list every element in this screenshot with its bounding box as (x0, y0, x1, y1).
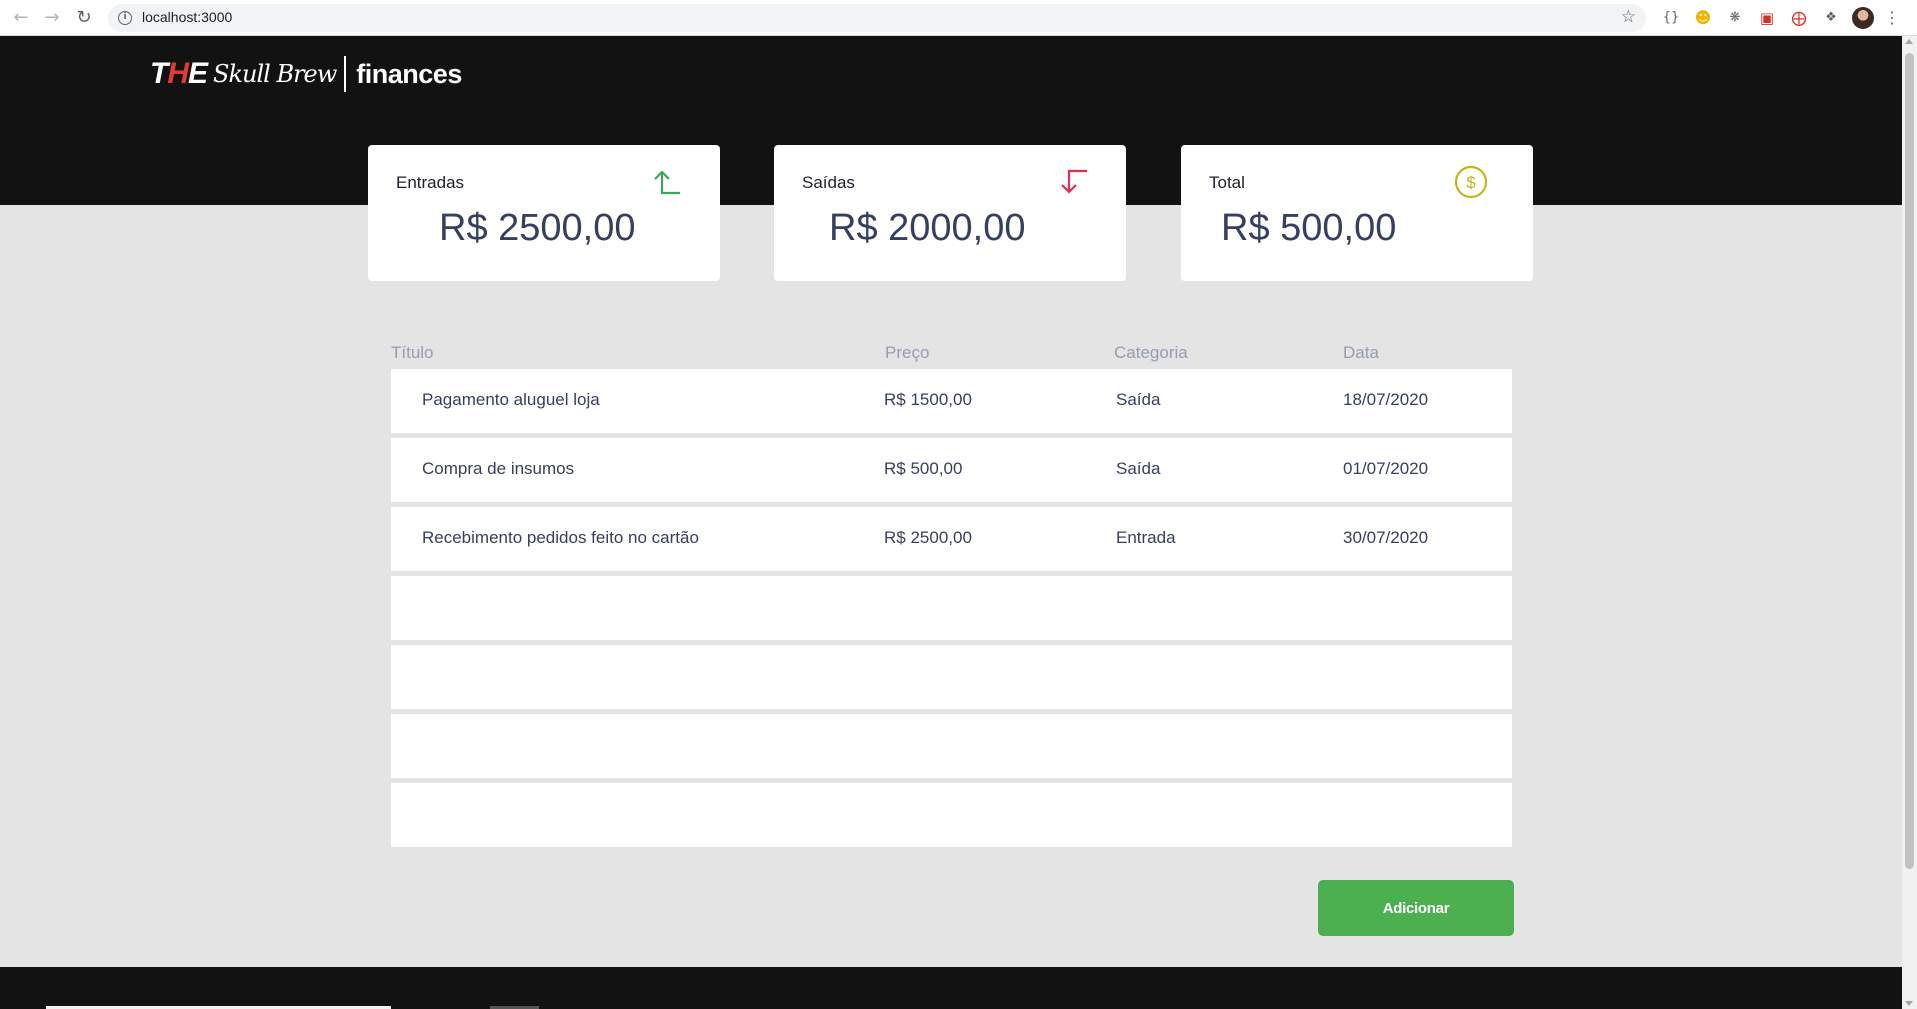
empty-table-row (391, 645, 1512, 709)
scroll-down-icon[interactable] (1905, 1001, 1913, 1006)
row-title: Compra de insumos (422, 459, 575, 478)
header-price: Preço (885, 343, 930, 362)
logo-script: Skull Brew (213, 60, 337, 88)
total-value: R$ 500,00 (1221, 207, 1397, 249)
add-button[interactable]: Adicionar (1318, 880, 1514, 936)
row-category: Entrada (1116, 528, 1176, 547)
income-value: R$ 2500,00 (439, 207, 636, 249)
income-label: Entradas (396, 173, 465, 192)
extension-tray: {} ☻ ❋ ▣ ⨁ ❖ ⋮ (1660, 6, 1900, 30)
logo: THE Skull Brew finances (150, 54, 462, 94)
logo-product: finances (356, 58, 462, 89)
arrow-down-icon (1061, 169, 1087, 194)
row-price: R$ 2500,00 (884, 528, 972, 547)
dollar-circle-icon: $ (1454, 165, 1488, 199)
smiley-extension-icon[interactable]: ☻ (1692, 7, 1714, 29)
table-header: Título Preço Categoria Data (391, 339, 1512, 369)
profile-avatar[interactable] (1852, 7, 1874, 29)
reload-icon[interactable]: ↻ (73, 7, 95, 29)
outcome-card: Saídas R$ 2000,00 (774, 145, 1126, 281)
braces-extension-icon[interactable]: {} (1660, 7, 1682, 29)
row-date: 01/07/2020 (1343, 459, 1429, 478)
back-icon[interactable]: ← (10, 7, 32, 29)
menu-icon[interactable]: ⋮ (1884, 7, 1900, 29)
header-category: Categoria (1114, 343, 1188, 362)
outcome-label: Saídas (802, 173, 855, 192)
row-price: R$ 500,00 (884, 459, 963, 478)
bug-extension-icon[interactable]: ❋ (1724, 7, 1746, 29)
table-row[interactable]: Recebimento pedidos feito no cartão R$ 2… (391, 507, 1512, 571)
share-extension-icon[interactable]: ⨁ (1788, 7, 1810, 29)
logo-divider (344, 56, 347, 92)
income-card: Entradas R$ 2500,00 (368, 145, 720, 281)
row-date: 30/07/2020 (1343, 528, 1429, 547)
info-icon[interactable]: i (118, 11, 132, 25)
row-price: R$ 1500,00 (884, 390, 972, 409)
row-title: Pagamento aluguel loja (422, 390, 600, 409)
puzzle-extensions-icon[interactable]: ❖ (1820, 7, 1842, 29)
address-bar[interactable]: i localhost:3000 ☆ (108, 4, 1646, 32)
total-label: Total (1209, 173, 1245, 192)
svg-text:$: $ (1466, 173, 1476, 192)
logo-the: THE (150, 57, 208, 90)
header-title: Título (391, 343, 434, 362)
bookmark-star-icon[interactable]: ☆ (1621, 7, 1636, 27)
browser-toolbar: ← → ↻ i localhost:3000 ☆ {} ☻ ❋ ▣ ⨁ ❖ ⋮ (0, 0, 1917, 36)
row-category: Saída (1116, 459, 1161, 478)
header-date: Data (1343, 343, 1379, 362)
total-card: Total $ R$ 500,00 (1181, 145, 1533, 281)
empty-table-row (391, 576, 1512, 640)
red-extension-icon[interactable]: ▣ (1756, 7, 1778, 29)
table-row[interactable]: Compra de insumos R$ 500,00 Saída 01/07/… (391, 438, 1512, 502)
row-title: Recebimento pedidos feito no cartão (422, 528, 699, 547)
url-text[interactable]: localhost:3000 (142, 9, 232, 25)
row-date: 18/07/2020 (1343, 390, 1429, 409)
table-row[interactable]: Pagamento aluguel loja R$ 1500,00 Saída … (391, 369, 1512, 433)
app-footer (0, 967, 1902, 1009)
empty-table-row (391, 714, 1512, 778)
arrow-up-icon (654, 170, 680, 195)
scroll-up-icon[interactable] (1905, 39, 1913, 44)
outcome-value: R$ 2000,00 (829, 207, 1026, 249)
page-scrollbar[interactable] (1902, 36, 1917, 1009)
scroll-thumb[interactable] (1905, 53, 1914, 869)
transactions-table: Título Preço Categoria Data Pagamento al… (391, 339, 1512, 852)
empty-table-row (391, 783, 1512, 847)
row-category: Saída (1116, 390, 1161, 409)
forward-icon[interactable]: → (41, 7, 63, 29)
